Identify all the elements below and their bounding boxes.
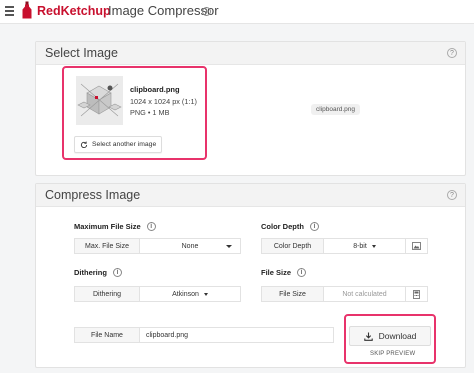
field-value: None (140, 239, 240, 253)
dropdown-caret-icon (226, 245, 232, 248)
max-file-size-label: Maximum File Size i (74, 222, 156, 231)
field-key: File Name (75, 328, 140, 342)
palette-image-icon[interactable] (405, 239, 427, 253)
field-key: File Size (262, 287, 324, 301)
info-icon[interactable]: i (297, 268, 307, 277)
file-size-label: File Size i (261, 268, 307, 277)
field-key: Max. File Size (75, 239, 140, 253)
card-title: Compress Image (45, 188, 141, 202)
card-header: Select Image ? (36, 42, 465, 65)
info-icon[interactable]: i (309, 222, 319, 231)
max-file-size-select[interactable]: Max. File Size None (74, 238, 241, 254)
card-title: Select Image (45, 46, 118, 60)
download-highlight-box (344, 314, 436, 364)
file-size-field: File Size Not calculated (261, 286, 428, 302)
card-header: Compress Image ? (36, 184, 465, 207)
file-name-input[interactable]: clipboard.png (140, 328, 333, 342)
calculator-icon[interactable] (405, 287, 427, 301)
color-depth-field: Color Depth 8-bit (261, 238, 428, 254)
brand-name[interactable]: RedKetchup (37, 4, 111, 18)
image-highlight-box (62, 66, 207, 160)
field-key: Dithering (75, 287, 140, 301)
dithering-select[interactable]: Atkinson (140, 287, 240, 301)
info-icon[interactable]: i (112, 268, 122, 277)
color-depth-select[interactable]: 8-bit (324, 239, 405, 253)
filename-chip: clipboard.png (311, 104, 361, 115)
help-icon[interactable]: ? (447, 48, 457, 58)
color-depth-label: Color Depth i (261, 222, 319, 231)
file-size-value: Not calculated (342, 290, 387, 298)
ketchup-bottle-logo-icon[interactable] (21, 1, 33, 19)
dithering-field: Dithering Atkinson (74, 286, 241, 302)
info-icon[interactable]: i (202, 7, 211, 16)
field-key: Color Depth (262, 239, 324, 253)
file-name-field: File Name clipboard.png (74, 327, 334, 343)
dropdown-caret-icon (371, 244, 376, 248)
dithering-label: Dithering i (74, 268, 122, 277)
help-icon[interactable]: ? (447, 190, 457, 200)
info-icon[interactable]: i (146, 222, 156, 231)
dropdown-caret-icon (203, 292, 208, 296)
app-header: RedKetchup Image Compressor i (0, 0, 474, 24)
hamburger-menu-icon[interactable] (5, 6, 14, 16)
